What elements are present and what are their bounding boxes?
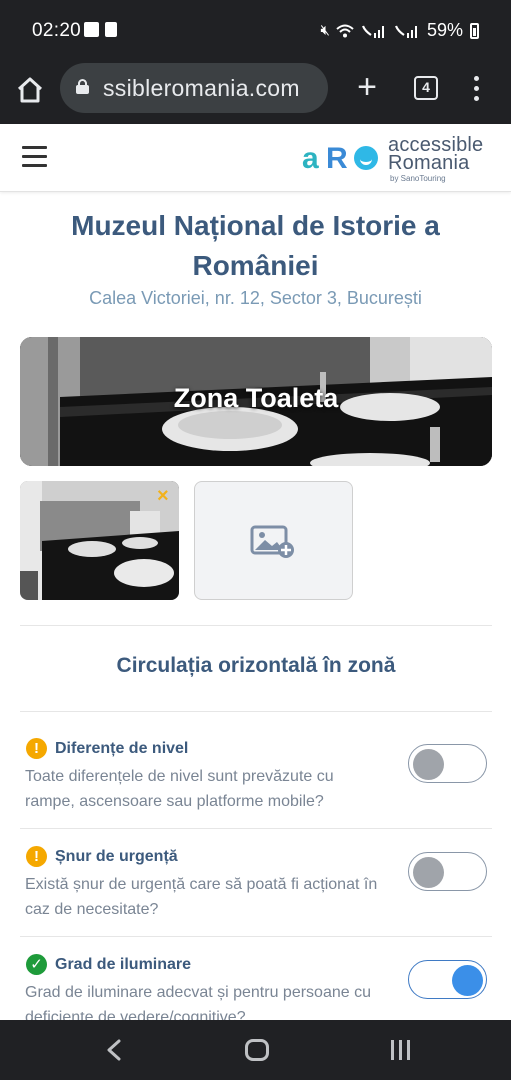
battery-icon <box>470 22 479 39</box>
add-photo-button[interactable] <box>194 481 353 600</box>
toggle-knob <box>452 965 483 996</box>
url-text: ssibleromania.com <box>103 75 300 101</box>
question-label: Șnur de urgență <box>55 847 178 865</box>
logo-text-line2: Romania <box>388 152 470 174</box>
check-icon: ✓ <box>26 954 47 975</box>
photo-thumbnail[interactable]: × <box>20 481 179 600</box>
new-tab-button[interactable]: + <box>352 70 382 104</box>
wifi-icon <box>336 24 354 37</box>
battery-percent: 59% <box>426 20 463 40</box>
system-nav-bar <box>0 1020 511 1080</box>
status-time: 02:20 <box>32 20 82 41</box>
logo-smile-icon <box>354 146 378 170</box>
signal1-icon <box>361 25 384 38</box>
zone-hero-image[interactable]: Zona Toaleta <box>20 337 492 466</box>
recent-apps-icon[interactable] <box>389 1040 413 1060</box>
section-title: Circulația orizontală în zonă <box>116 654 396 677</box>
question-header: ✓ Grad de iluminare <box>26 954 191 975</box>
page-address: Calea Victoriei, nr. 12, Sector 3, Bucur… <box>89 288 422 308</box>
tab-switcher-button[interactable]: 4 <box>414 76 438 100</box>
home-icon[interactable] <box>14 74 46 106</box>
status-bar: 02:20 🔇︎ 59% <box>0 0 511 62</box>
add-image-icon <box>250 525 294 558</box>
site-logo[interactable]: a R accessible Romania by SanoTouring <box>302 132 494 186</box>
address-bar[interactable]: ssibleromania.com <box>60 63 328 113</box>
section-divider <box>20 711 492 712</box>
question-description: Toate diferențele de nivel sunt prevăzut… <box>25 768 334 810</box>
warning-icon: ! <box>26 738 47 759</box>
question-label: Diferențe de nivel <box>55 739 189 757</box>
question-header: ! Diferențe de nivel <box>26 738 188 759</box>
logo-mark-a: a <box>302 142 319 175</box>
section-divider <box>20 625 492 626</box>
logo-mark-r: R <box>326 142 348 175</box>
notification-icons <box>84 22 117 37</box>
lock-icon <box>76 79 89 94</box>
device-icon <box>105 22 117 37</box>
toggle-knob <box>413 749 444 780</box>
home-nav-icon[interactable] <box>245 1039 269 1061</box>
remove-photo-icon[interactable]: × <box>157 486 169 506</box>
zone-title: Zona Toaleta <box>173 383 339 413</box>
question-description: Există șnur de urgență care să poată fi … <box>25 876 378 918</box>
question-toggle[interactable] <box>408 852 487 891</box>
warning-icon: ! <box>26 846 47 867</box>
gallery-icon <box>84 22 99 37</box>
logo-text-line3: by SanoTouring <box>390 174 446 183</box>
item-divider <box>20 936 492 937</box>
site-header: a R accessible Romania by SanoTouring <box>0 124 511 192</box>
page-title: Muzeul Național de Istorie a României <box>71 210 440 281</box>
toggle-knob <box>413 857 444 888</box>
question-toggle[interactable] <box>408 960 487 999</box>
item-divider <box>20 828 492 829</box>
mute-icon: 🔇︎ <box>320 22 331 39</box>
thumbnail-photo <box>20 481 179 600</box>
browser-toolbar: ssibleromania.com + 4 <box>0 62 511 124</box>
back-icon[interactable] <box>104 1038 124 1062</box>
question-label: Grad de iluminare <box>55 955 192 973</box>
more-menu-icon[interactable] <box>468 76 484 102</box>
question-toggle[interactable] <box>408 744 487 783</box>
question-header: ! Șnur de urgență <box>26 846 178 867</box>
status-indicators: 🔇︎ 59% <box>321 20 479 41</box>
hamburger-menu-icon[interactable] <box>22 146 47 168</box>
signal2-icon <box>394 25 417 38</box>
